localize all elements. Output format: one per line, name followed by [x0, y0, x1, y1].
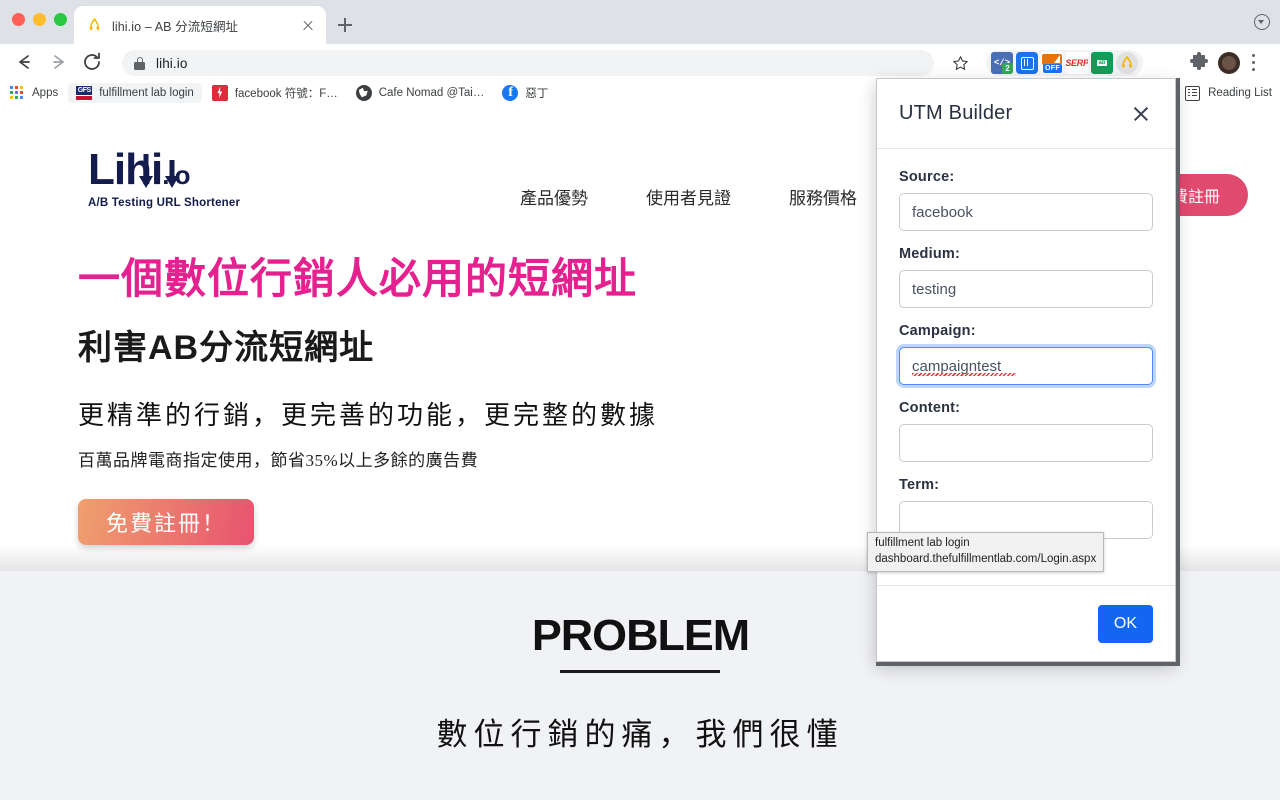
- forward-button[interactable]: [44, 48, 72, 76]
- window-controls: [12, 13, 67, 26]
- reload-button[interactable]: [78, 48, 106, 76]
- bookmark-apps[interactable]: Apps: [10, 83, 66, 103]
- grammar-extension-icon[interactable]: ab: [1091, 52, 1113, 74]
- bookmark-facebook-symbols[interactable]: facebook 符號：F…: [204, 83, 346, 103]
- problem-title: PROBLEM: [531, 611, 749, 660]
- hero-content: 一個數位行銷人必用的短網址 利害AB分流短網址 更精準的行銷，更完善的功能，更完…: [78, 255, 659, 546]
- site-logo[interactable]: Lihi.io A/B Testing URL Shortener: [88, 148, 288, 210]
- hero-headline: 一個數位行銷人必用的短網址: [78, 255, 638, 302]
- puzzle-icon: [1190, 52, 1208, 70]
- bookmark-label: Cafe Nomad @Tai…: [378, 86, 485, 99]
- extensions-tray: </>2 OFF SERP ab: [986, 50, 1143, 76]
- reading-list-icon: [1185, 85, 1201, 101]
- bookmark-cafe-nomad[interactable]: Cafe Nomad @Tai…: [348, 83, 493, 103]
- bookmark-label: 惡丁: [525, 87, 549, 100]
- extension-badge-count: 2: [1002, 63, 1013, 74]
- field-campaign: Campaign:: [899, 323, 1153, 385]
- dialog-header: UTM Builder: [877, 79, 1175, 149]
- facebook-icon: [502, 84, 519, 101]
- content-input[interactable]: [899, 424, 1153, 462]
- logo-arrows-icon: [139, 154, 179, 188]
- logo-tagline: A/B Testing URL Shortener: [88, 197, 241, 209]
- hero-description: 百萬品牌電商指定使用，節省35%以上多餘的廣告費: [78, 451, 479, 471]
- source-input[interactable]: [899, 193, 1153, 231]
- ad-off-label: OFF: [1043, 64, 1062, 73]
- spellcheck-underline: [912, 373, 1016, 376]
- field-content: Content:: [899, 400, 1153, 462]
- field-label: Medium:: [899, 246, 961, 262]
- problem-subtitle: 數位行銷的痛，我們很懂: [436, 716, 844, 752]
- field-term: Term:: [899, 477, 1153, 539]
- star-icon: [952, 55, 968, 70]
- field-label: Term:: [899, 477, 940, 493]
- tooltip-title: fulfillment lab login: [875, 537, 970, 549]
- bookmark-star-icon[interactable]: [946, 50, 974, 76]
- lihi-arrow-icon: [1121, 56, 1133, 69]
- field-medium: Medium:: [899, 246, 1153, 308]
- medium-input[interactable]: [899, 270, 1153, 308]
- reading-list-button[interactable]: Reading List: [1185, 82, 1272, 104]
- field-label: Content:: [899, 400, 961, 416]
- nav-item-products[interactable]: 產品優勢: [520, 184, 588, 209]
- nav-item-testimonials[interactable]: 使用者見證: [646, 184, 731, 209]
- bookmark-eding[interactable]: 惡丁: [494, 83, 556, 103]
- reading-list-label: Reading List: [1208, 87, 1272, 99]
- address-bar-url: lihi.io: [156, 55, 188, 71]
- serp-label: SERP: [1066, 58, 1088, 68]
- close-window-button[interactable]: [12, 13, 25, 26]
- bookmark-tooltip: fulfillment lab login dashboard.thefulfi…: [867, 532, 1105, 573]
- hero-signup-button[interactable]: 免費註冊！: [78, 499, 254, 546]
- tab-title: lihi.io – AB 分流短網址: [112, 19, 239, 34]
- bolt-icon: [211, 84, 228, 101]
- lock-icon: [134, 56, 145, 70]
- dialog-body: Source: Medium: Campaign: Content: Term:: [877, 149, 1175, 585]
- lihi-arrow-icon: [89, 17, 100, 31]
- logo-wordmark: Lihi.io: [88, 148, 288, 192]
- tooltip-url: dashboard.thefulfillmentlab.com/Login.as…: [875, 552, 1097, 565]
- problem-divider: [560, 670, 720, 673]
- globe-icon: [355, 84, 372, 101]
- serp-extension-icon[interactable]: SERP: [1066, 52, 1088, 74]
- back-button[interactable]: [10, 48, 38, 76]
- field-label: Campaign:: [899, 323, 976, 339]
- dialog-title: UTM Builder: [899, 102, 1013, 124]
- field-source: Source:: [899, 169, 1153, 231]
- field-label: Source:: [899, 169, 955, 185]
- arrow-left-icon: [19, 55, 30, 69]
- ok-button[interactable]: OK: [1097, 604, 1153, 643]
- close-tab-icon[interactable]: [298, 15, 318, 35]
- address-bar[interactable]: lihi.io: [122, 50, 934, 76]
- lihi-extension-icon[interactable]: [1116, 52, 1138, 74]
- minimize-window-button[interactable]: [33, 13, 46, 26]
- browser-window: lihi.io – AB 分流短網址 lihi.io 2 OFF SERP ab…: [0, 0, 1280, 800]
- extensions-puzzle-button[interactable]: [1186, 50, 1212, 76]
- campaign-input[interactable]: [899, 347, 1153, 385]
- site-nav: 產品優勢 使用者見證 服務價格: [520, 184, 857, 209]
- apps-grid-icon: [10, 85, 24, 100]
- ad-off-extension-icon[interactable]: OFF: [1041, 52, 1063, 74]
- bookmark-label: Apps: [32, 86, 59, 99]
- hero-subheadline: 利害AB分流短網址: [78, 329, 375, 368]
- maximize-window-button[interactable]: [54, 13, 67, 26]
- bookmark-fulfillment-lab-login[interactable]: GFS fulfillment lab login: [68, 82, 202, 103]
- hero-tagline: 更精準的行銷，更完善的功能，更完整的數據: [78, 401, 659, 431]
- sidebar-extension-icon[interactable]: [1016, 52, 1038, 74]
- gfs-icon: GFS: [76, 84, 93, 101]
- close-icon[interactable]: [1129, 102, 1153, 126]
- browser-toolbar: lihi.io </>2 OFF SERP ab: [0, 44, 1280, 80]
- tab-search-icon[interactable]: [1254, 14, 1270, 30]
- bookmark-label: facebook 符號：F…: [234, 87, 338, 100]
- browser-tab[interactable]: lihi.io – AB 分流短網址: [74, 6, 326, 44]
- arrow-right-icon: [53, 55, 64, 69]
- dialog-footer: OK: [877, 585, 1175, 661]
- profile-avatar[interactable]: [1218, 52, 1240, 74]
- chrome-menu-button[interactable]: [1252, 54, 1256, 72]
- bookmark-label: fulfillment lab login: [99, 86, 194, 99]
- utm-builder-dialog: UTM Builder Source: Medium: Campaign: Co…: [876, 78, 1176, 662]
- new-tab-button[interactable]: [332, 12, 358, 38]
- tab-strip: lihi.io – AB 分流短網址: [0, 0, 1280, 44]
- code-extension-icon[interactable]: </>2: [991, 52, 1013, 74]
- reload-icon: [84, 52, 100, 70]
- nav-item-pricing[interactable]: 服務價格: [789, 184, 857, 209]
